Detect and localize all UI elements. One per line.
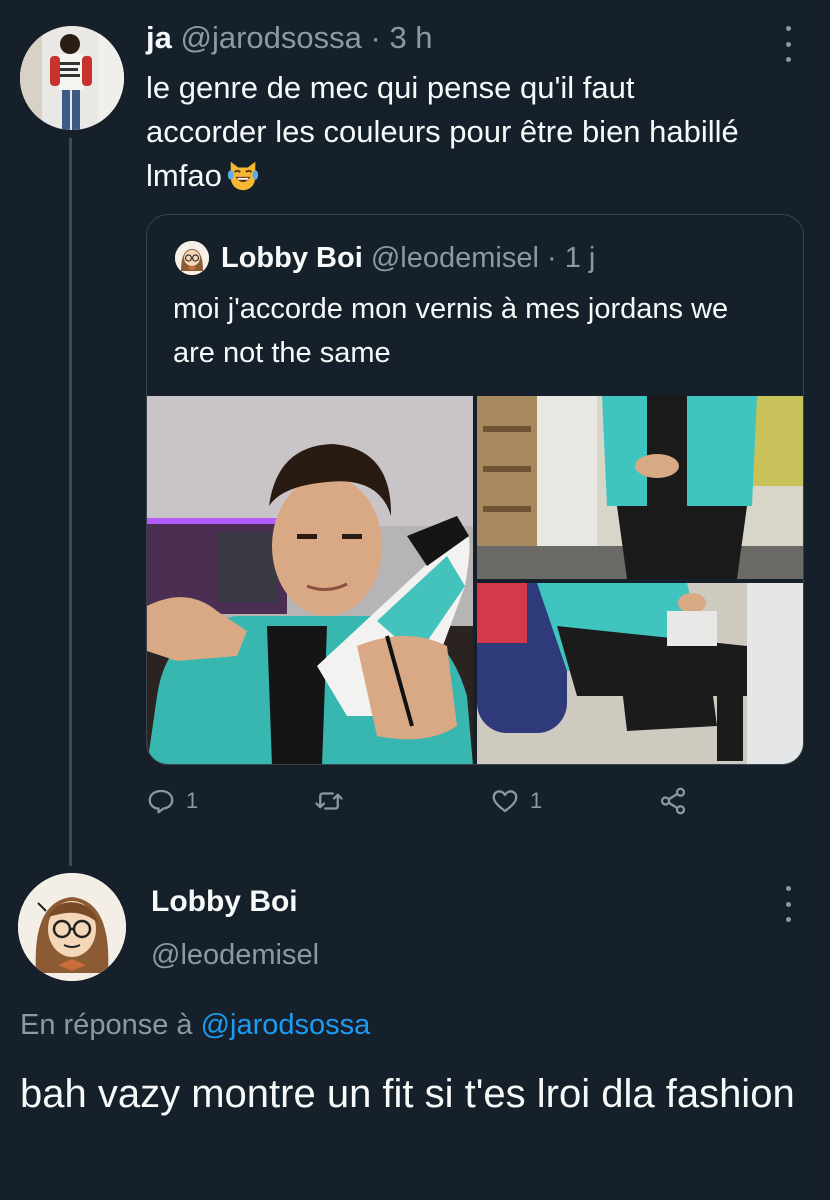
retweet-icon — [315, 792, 343, 810]
tweet-action-bar: 1 1 — [146, 786, 706, 826]
like-button[interactable]: 1 — [490, 786, 542, 816]
more-options-icon[interactable] — [783, 886, 793, 922]
reply-tweet-text: bah vazy montre un fit si t'es lroi dla … — [20, 1072, 795, 1116]
quoted-tweet-card[interactable]: Lobby Boi @leodemisel · 1 j moi j'accord… — [146, 214, 804, 765]
tweet-text: le genre de mec qui pense qu'il faut acc… — [146, 66, 746, 198]
reply-button[interactable]: 1 — [146, 786, 198, 816]
laughing-crying-cat-icon — [227, 161, 258, 191]
like-count: 1 — [530, 788, 543, 813]
quoted-tweet-header: Lobby Boi @leodemisel · 1 j — [221, 238, 595, 278]
in-reply-to-prefix: En réponse à — [20, 1009, 193, 1041]
share-button[interactable] — [658, 786, 688, 816]
reply-author-name[interactable]: Lobby Boi — [151, 882, 298, 922]
more-options-icon[interactable] — [783, 26, 793, 62]
author-name[interactable]: ja — [146, 20, 172, 55]
media-photo-selfie[interactable] — [147, 396, 473, 765]
avatar-image — [20, 26, 124, 130]
quoted-tweet-time[interactable]: 1 j — [565, 242, 596, 274]
quoted-tweet-media-grid — [147, 396, 804, 765]
avatar-image — [18, 873, 126, 981]
media-photo-outfit-seated[interactable] — [477, 583, 804, 765]
like-icon — [492, 790, 518, 813]
tweet-time[interactable]: 3 h — [389, 20, 432, 55]
separator-dot: · — [546, 242, 557, 274]
quoted-author-handle[interactable]: @leodemisel — [371, 242, 539, 274]
reply-author-handle[interactable]: @leodemisel — [151, 935, 319, 975]
share-icon — [660, 787, 686, 815]
quoted-tweet-text: moi j'accorde mon vernis à mes jordans w… — [173, 293, 729, 369]
author-avatar[interactable] — [20, 26, 124, 130]
author-handle[interactable]: @jarodsossa — [180, 20, 361, 55]
media-photo-outfit-top[interactable] — [477, 396, 804, 579]
quoted-author-name[interactable]: Lobby Boi — [221, 242, 363, 274]
reply-icon — [148, 789, 174, 814]
reply-author-avatar[interactable] — [18, 873, 126, 981]
in-reply-to-handle-link[interactable]: @jarodsossa — [201, 1009, 371, 1041]
quoted-author-avatar[interactable] — [175, 241, 209, 275]
tweet-header: ja @jarodsossa · 3 h — [146, 18, 433, 58]
reply-count: 1 — [186, 788, 199, 813]
thread-connector-line — [69, 138, 72, 866]
avatar-image — [175, 241, 209, 275]
in-reply-to-line: En réponse à @jarodsossa — [20, 1005, 370, 1045]
separator-dot: · — [370, 20, 381, 55]
retweet-button[interactable] — [314, 786, 354, 816]
